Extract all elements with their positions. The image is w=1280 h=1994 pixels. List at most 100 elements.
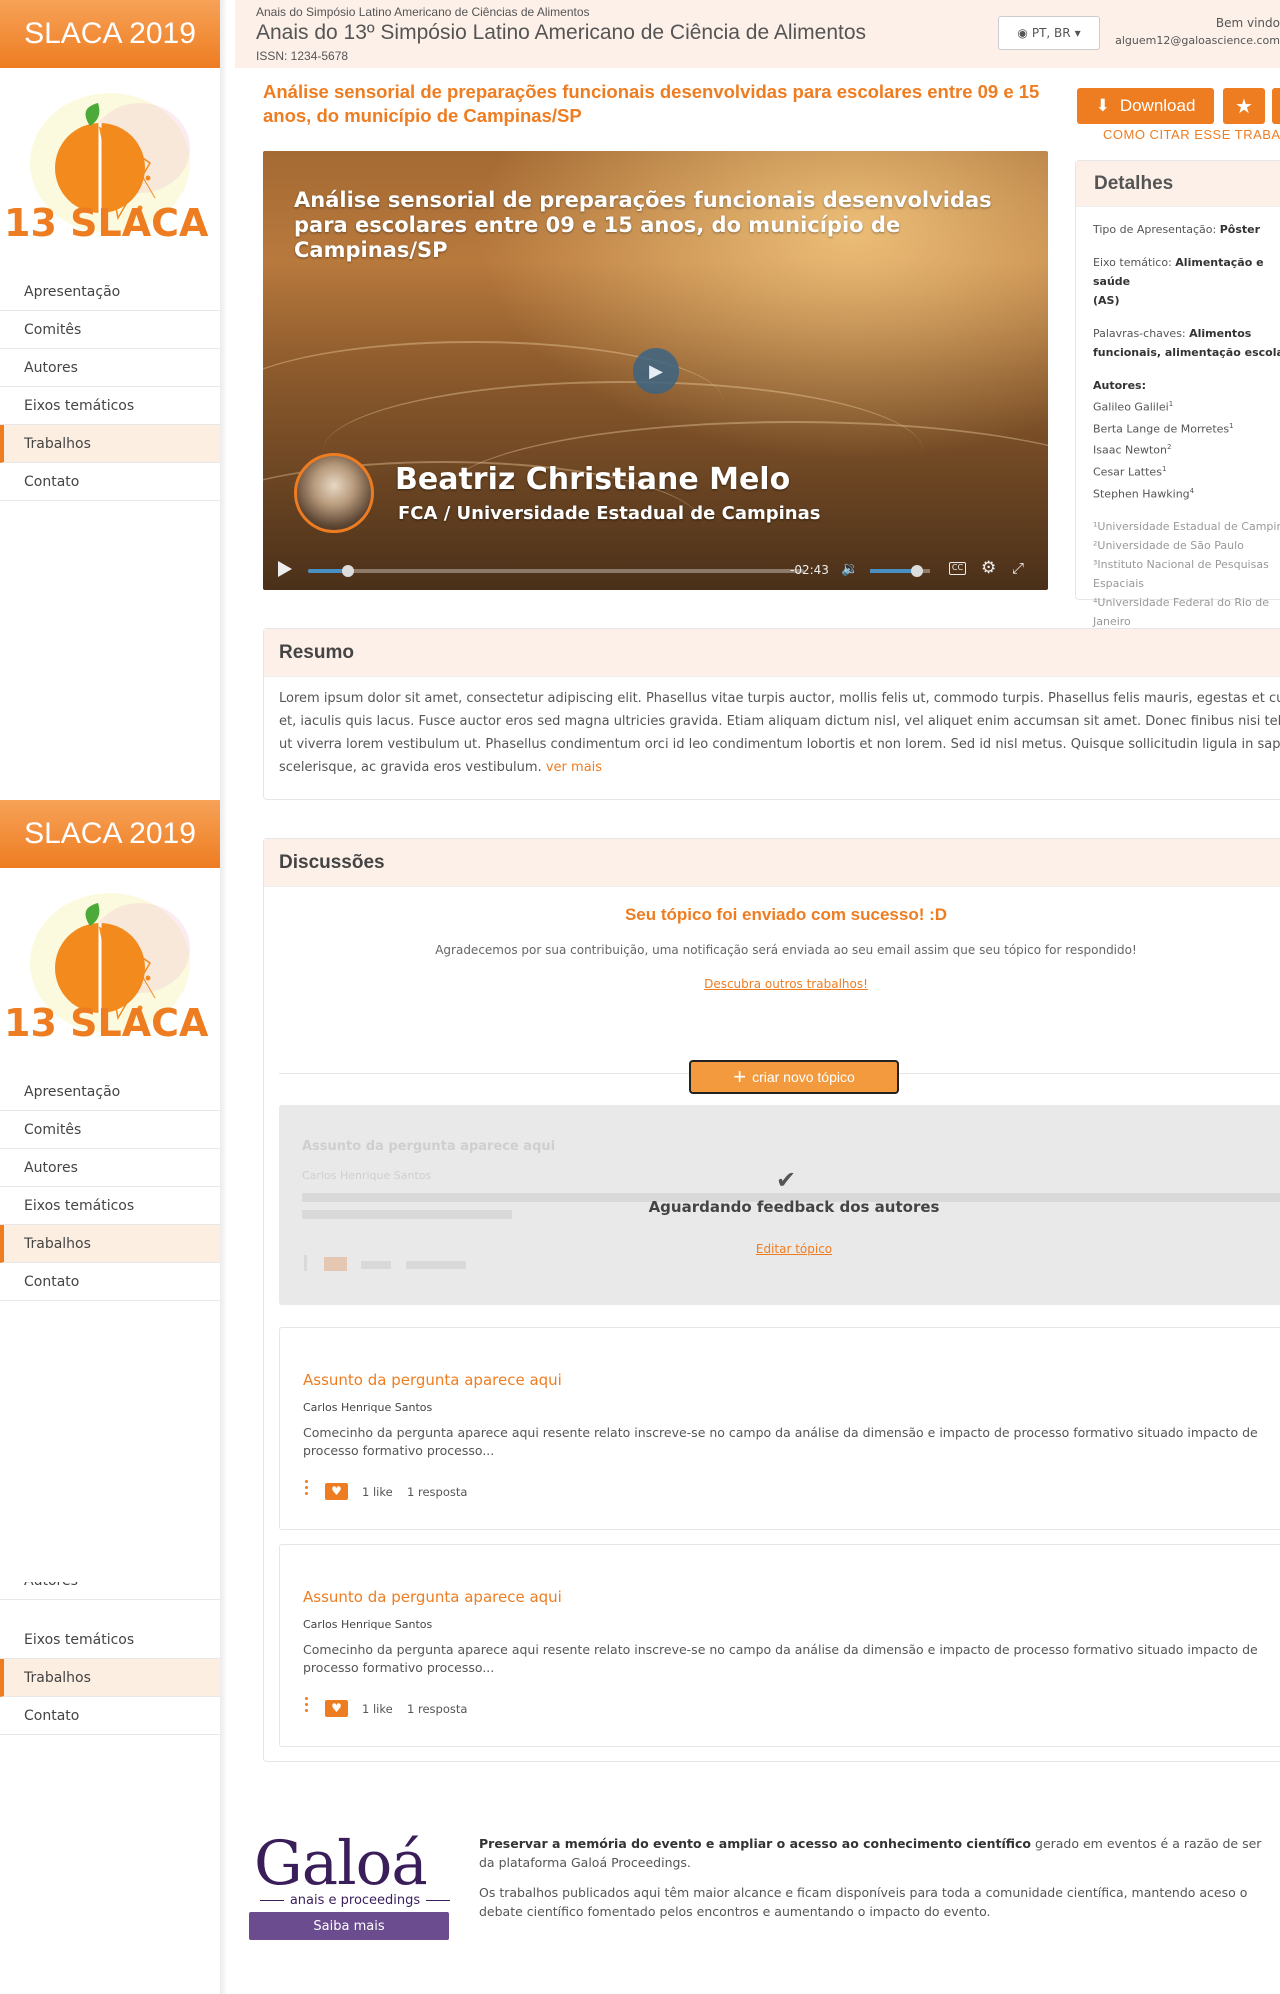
more-vertical-icon[interactable] — [305, 1697, 308, 1715]
read-more-link[interactable]: ver mais — [546, 760, 602, 775]
success-title: Seu tópico foi enviado com sucesso! :D — [624, 905, 948, 924]
authors-label: Autores: — [1093, 379, 1146, 392]
topic-card[interactable]: Assunto da pergunta aparece aqui Carlos … — [279, 1327, 1280, 1530]
abstract-panel: Resumo Lorem ipsum dolor sit amet, conse… — [263, 628, 1280, 800]
sidebar-item-apresentacao[interactable]: Apresentação — [0, 273, 220, 311]
more-vertical-icon[interactable] — [305, 1480, 308, 1498]
sidebar-item-contato[interactable]: Contato — [0, 1263, 220, 1301]
settings-gear-icon[interactable]: ⚙ — [981, 558, 996, 578]
progress-bar[interactable] — [308, 565, 804, 577]
video-player[interactable]: Análise sensorial de preparações funcion… — [263, 151, 1048, 590]
event-logo[interactable]: 13 SLACA — [0, 868, 220, 1073]
abstract-heading: Resumo — [264, 629, 1280, 677]
discussions-heading: Discussões — [264, 839, 1280, 887]
volume-icon[interactable]: 🔉 — [841, 561, 858, 577]
sidebar-header[interactable]: SLACA 2019 — [0, 800, 220, 868]
language-select[interactable]: ◉ PT, BR ▾ — [998, 16, 1100, 50]
abstract-text: Lorem ipsum dolor sit amet, consectetur … — [279, 691, 1280, 775]
keywords-label: Palavras-chaves: — [1093, 327, 1186, 340]
video-title: Análise sensorial de preparações funcion… — [294, 188, 992, 262]
galoa-logo-sub: anais e proceedings — [253, 1893, 457, 1908]
author-item[interactable]: Cesar Lattes1 — [1076, 460, 1280, 482]
play-icon[interactable] — [278, 561, 292, 577]
topic-author: Carlos Henrique Santos — [303, 1618, 433, 1631]
discover-link-text[interactable]: Descubra outros trabalhos! — [704, 977, 868, 991]
sidebar-item-eixos[interactable]: Eixos temáticos — [0, 387, 220, 425]
download-label: Download — [1119, 96, 1196, 115]
axis-label: Eixo temático: — [1093, 256, 1172, 269]
keywords-value: Alimentos — [1189, 327, 1252, 340]
progress-handle[interactable] — [341, 565, 354, 577]
type-value: Pôster — [1219, 223, 1261, 236]
author-item[interactable]: Galileo Galilei1 — [1076, 395, 1280, 417]
footer: Galoá anais e proceedings Saiba mais Pre… — [235, 1827, 1280, 1994]
sidebar-item-contato[interactable]: Contato — [0, 1697, 220, 1735]
sidebar-item-eixos[interactable]: Eixos temáticos — [0, 1187, 220, 1225]
issn: ISSN: 1234-5678 — [256, 49, 349, 63]
abstract-text-wrap: Lorem ipsum dolor sit amet, consectetur … — [264, 677, 1280, 779]
sidebar-item-autores[interactable]: Autores — [0, 1149, 220, 1187]
learn-more-button[interactable]: Saiba mais — [249, 1912, 449, 1940]
paper-title: Análise sensorial de preparações funcion… — [263, 81, 1040, 126]
sidebar-item-autores[interactable]: Autores — [0, 1582, 220, 1600]
sidebar-item-comites[interactable]: Comitês — [0, 311, 220, 349]
event-logo[interactable]: 13 SLACA — [0, 68, 220, 273]
welcome-text: Bem vindo — [1215, 16, 1280, 30]
pending-ghost-author: Carlos Henrique Santos — [302, 1169, 432, 1182]
galoa-logo[interactable]: Galoá — [254, 1828, 428, 1899]
heart-icon[interactable]: ♥ — [325, 1700, 348, 1717]
volume-slider[interactable] — [870, 565, 930, 577]
edit-topic-link-text[interactable]: Editar tópico — [756, 1242, 832, 1256]
author-item[interactable]: Stephen Hawking4 — [1076, 482, 1280, 504]
topic-excerpt: Comecinho da pergunta aparece aqui resen… — [303, 1425, 1258, 1458]
sidebar-item-trabalhos[interactable]: Trabalhos — [0, 1225, 220, 1263]
sidebar-item-apresentacao[interactable]: Apresentação — [0, 1073, 220, 1111]
volume-handle[interactable] — [910, 565, 923, 577]
plus-icon: + — [733, 1064, 747, 1089]
favorite-button[interactable]: ★ — [1223, 88, 1265, 124]
topic-card[interactable]: Assunto da pergunta aparece aqui Carlos … — [279, 1544, 1280, 1747]
pending-ghost-replies — [406, 1261, 466, 1269]
globe-icon: ◉ — [1017, 26, 1028, 40]
presenter-name: Beatriz Christiane Melo — [395, 462, 791, 497]
language-value: PT, BR — [1031, 26, 1071, 40]
axis-value-cont: (AS) — [1093, 294, 1120, 307]
author-item[interactable]: Isaac Newton2 — [1076, 438, 1280, 460]
topic-title[interactable]: Assunto da pergunta aparece aqui — [303, 1588, 562, 1606]
play-overlay-button[interactable]: ▶ — [633, 348, 679, 394]
proceedings-subtitle: Anais do Simpósio Latino Americano de Ci… — [256, 5, 590, 19]
sidebar-header[interactable]: SLACA 2019 — [0, 0, 220, 68]
download-button[interactable]: ⬇ Download — [1077, 88, 1214, 124]
more-actions-button[interactable] — [1272, 88, 1280, 124]
heart-icon[interactable]: ♥ — [325, 1483, 348, 1500]
cite-link[interactable]: COMO CITAR ESSE TRABALHO — [1103, 127, 1280, 142]
topic-excerpt: Comecinho da pergunta aparece aqui resen… — [303, 1642, 1258, 1675]
sidebar-item-eixos[interactable]: Eixos temáticos — [0, 1621, 220, 1659]
author-item[interactable]: Berta Lange de Morretes1 — [1076, 417, 1280, 439]
reply-count[interactable]: 1 resposta — [407, 1485, 467, 1499]
double-check-icon: ✔ — [776, 1166, 797, 1194]
discussions-panel: Discussões Seu tópico foi enviado com su… — [263, 838, 1280, 1762]
sidebar-item-trabalhos[interactable]: Trabalhos — [0, 1659, 220, 1697]
topic-title[interactable]: Assunto da pergunta aparece aqui — [303, 1371, 562, 1389]
sidebar-item-trabalhos[interactable]: Trabalhos — [0, 425, 220, 463]
fullscreen-icon[interactable]: ⤢ — [1012, 559, 1024, 577]
reply-count[interactable]: 1 resposta — [407, 1702, 467, 1716]
user-menu[interactable]: Bem vindo alguem12@galoascience.com — [1115, 16, 1280, 47]
page: SLACA 2019 13 SLACA Apresentação Comitês… — [0, 0, 1280, 1994]
proceedings-title[interactable]: Anais do 13º Simpósio Latino Americano d… — [256, 21, 866, 45]
like-count: 1 like — [362, 1485, 393, 1499]
footer-text-1-bold: Preservar a memória do evento e ampliar … — [479, 1836, 1032, 1851]
new-topic-button[interactable]: + criar novo tópico — [689, 1060, 899, 1094]
video-controls: -02:43 🔉 CC ⚙ ⤢ — [263, 550, 1048, 590]
details-panel: Detalhes Tipo de Apresentação: Pôster Ei… — [1075, 160, 1280, 628]
affiliation: ³Instituto Nacional de Pesquisas — [1093, 558, 1269, 572]
sidebar-item-autores[interactable]: Autores — [0, 349, 220, 387]
sidebar-item-contato[interactable]: Contato — [0, 463, 220, 501]
user-email: alguem12@galoascience.com — [1115, 34, 1280, 47]
sidebar-item-comites[interactable]: Comitês — [0, 1111, 220, 1149]
captions-icon[interactable]: CC — [949, 562, 966, 575]
logo-text: 13 SLACA — [4, 1001, 209, 1045]
success-text: Agradecemos por sua contribuição, uma no… — [435, 943, 1137, 957]
affiliation: ¹Universidade Estadual de Campinas — [1093, 520, 1280, 534]
